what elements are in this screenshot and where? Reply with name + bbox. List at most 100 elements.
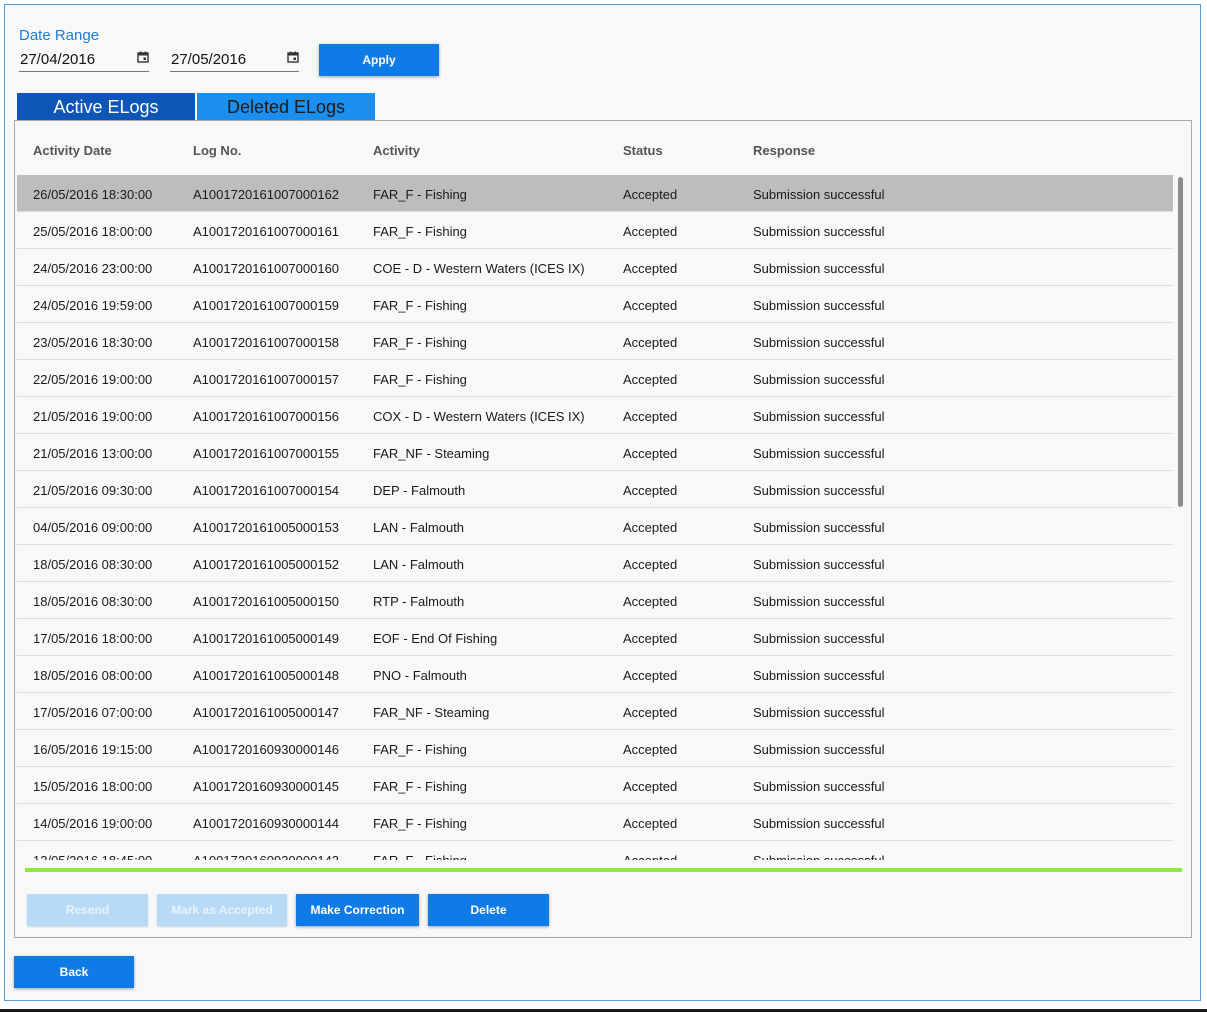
make-correction-button[interactable]: Make Correction bbox=[296, 894, 419, 926]
cell-log-no: A1001720161005000152 bbox=[193, 557, 340, 572]
column-header-activity-date[interactable]: Activity Date bbox=[33, 143, 112, 158]
cell-log-no: A1001720161005000153 bbox=[193, 520, 340, 535]
table-row[interactable]: 23/05/2016 18:30:00 A1001720161007000158 F… bbox=[17, 323, 1173, 360]
cell-activity-date: 26/05/2016 18:30:00 bbox=[33, 187, 153, 202]
cell-activity-date: 18/05/2016 08:30:00 bbox=[33, 557, 153, 572]
table-row[interactable]: 21/05/2016 09:30:00 A1001720161007000154 D… bbox=[17, 471, 1173, 508]
cell-log-no: A1001720161005000149 bbox=[193, 631, 340, 646]
column-header-response[interactable]: Response bbox=[753, 143, 815, 158]
table-row[interactable]: 17/05/2016 18:00:00 A1001720161005000149 E… bbox=[17, 619, 1173, 656]
cell-status: Accepted bbox=[623, 853, 677, 860]
mark-as-accepted-button[interactable]: Mark as Accepted bbox=[157, 894, 287, 926]
tab-active-elogs[interactable]: Active ELogs bbox=[17, 93, 195, 121]
cell-activity: FAR_NF - Steaming bbox=[373, 705, 490, 720]
table-row[interactable]: 21/05/2016 19:00:00 A1001720161007000156 C… bbox=[17, 397, 1173, 434]
table-row[interactable]: 04/05/2016 09:00:00 A1001720161005000153 L… bbox=[17, 508, 1173, 545]
date-from-input[interactable]: 27/04/2016 bbox=[19, 48, 149, 72]
column-header-activity[interactable]: Activity bbox=[373, 143, 420, 158]
table-row[interactable]: 18/05/2016 08:30:00 A1001720161005000152 L… bbox=[17, 545, 1173, 582]
cell-response: Submission successful bbox=[753, 557, 885, 572]
table-row[interactable]: 18/05/2016 08:30:00 A1001720161005000150 R… bbox=[17, 582, 1173, 619]
cell-activity: FAR_F - Fishing bbox=[373, 742, 467, 757]
cell-activity: EOF - End Of Fishing bbox=[373, 631, 498, 646]
cell-log-no: A1001720161007000156 bbox=[193, 409, 340, 424]
table-row[interactable]: 14/05/2016 19:00:00 A1001720160930000144 F… bbox=[17, 804, 1173, 841]
cell-activity: FAR_F - Fishing bbox=[373, 335, 467, 350]
cell-activity-date: 17/05/2016 07:00:00 bbox=[33, 705, 153, 720]
back-button[interactable]: Back bbox=[14, 956, 134, 988]
cell-response: Submission successful bbox=[753, 409, 885, 424]
table-row[interactable]: 17/05/2016 07:00:00 A1001720161005000147 F… bbox=[17, 693, 1173, 730]
cell-log-no: A1001720161007000158 bbox=[193, 335, 340, 350]
table-row[interactable]: 21/05/2016 13:00:00 A1001720161007000155 F… bbox=[17, 434, 1173, 471]
cell-status: Accepted bbox=[623, 483, 678, 498]
cell-log-no: A1001720161007000157 bbox=[193, 372, 340, 387]
calendar-icon[interactable] bbox=[287, 51, 299, 63]
cell-log-no: A1001720161007000155 bbox=[193, 446, 340, 461]
cell-activity-date: 13/05/2016 18:45:00 bbox=[33, 853, 152, 860]
cell-response: Submission successful bbox=[753, 705, 885, 720]
cell-log-no: A1001720160930000145 bbox=[193, 779, 340, 794]
date-from-value: 27/04/2016 bbox=[20, 51, 96, 68]
cell-log-no: A1001720160930000146 bbox=[193, 742, 340, 757]
cell-status: Accepted bbox=[623, 520, 678, 535]
cell-response: Submission successful bbox=[753, 483, 885, 498]
cell-activity: COE - D - Western Waters (ICES IX) bbox=[373, 261, 585, 276]
table-scrollbar[interactable] bbox=[1178, 177, 1183, 507]
cell-status: Accepted bbox=[623, 742, 678, 757]
date-range-label: Date Range bbox=[19, 27, 100, 44]
cell-activity-date: 25/05/2016 18:00:00 bbox=[33, 224, 153, 239]
calendar-icon[interactable] bbox=[137, 51, 149, 63]
cell-status: Accepted bbox=[623, 557, 678, 572]
table-row[interactable]: 22/05/2016 19:00:00 A1001720161007000157 F… bbox=[17, 360, 1173, 397]
cell-activity: LAN - Falmouth bbox=[373, 557, 465, 572]
cell-response: Submission successful bbox=[753, 853, 885, 860]
cell-response: Submission successful bbox=[753, 187, 885, 202]
resend-button[interactable]: Resend bbox=[27, 894, 148, 926]
table-row[interactable]: 15/05/2016 18:00:00 A1001720160930000145 F… bbox=[17, 767, 1173, 804]
cell-log-no: A1001720160930000143 bbox=[193, 853, 339, 860]
cell-log-no: A1001720161005000148 bbox=[193, 668, 340, 683]
tab-deleted-elogs[interactable]: Deleted ELogs bbox=[197, 93, 375, 121]
table-row[interactable]: 13/05/2016 18:45:00 A1001720160930000143 F… bbox=[17, 841, 1173, 860]
column-header-log-no[interactable]: Log No. bbox=[193, 143, 241, 158]
cell-status: Accepted bbox=[623, 372, 678, 387]
cell-response: Submission successful bbox=[753, 298, 885, 313]
cell-activity-date: 04/05/2016 09:00:00 bbox=[33, 520, 153, 535]
cell-log-no: A1001720161005000150 bbox=[193, 594, 340, 609]
cell-response: Submission successful bbox=[753, 372, 885, 387]
cell-activity: FAR_F - Fishing bbox=[373, 816, 467, 831]
cell-activity: FAR_F - Fishing bbox=[373, 372, 467, 387]
date-to-input[interactable]: 27/05/2016 bbox=[170, 48, 299, 72]
column-header-status[interactable]: Status bbox=[623, 143, 663, 158]
cell-activity-date: 18/05/2016 08:00:00 bbox=[33, 668, 153, 683]
cell-activity: FAR_F - Fishing bbox=[373, 853, 467, 860]
cell-status: Accepted bbox=[623, 446, 678, 461]
cell-status: Accepted bbox=[623, 779, 678, 794]
table-row[interactable]: 16/05/2016 19:15:00 A1001720160930000146 F… bbox=[17, 730, 1173, 767]
cell-activity: FAR_F - Fishing bbox=[373, 224, 467, 239]
cell-status: Accepted bbox=[623, 594, 678, 609]
cell-log-no: A1001720160930000144 bbox=[193, 816, 340, 831]
cell-response: Submission successful bbox=[753, 224, 885, 239]
table-row[interactable]: 26/05/2016 18:30:00 A1001720161007000162 F… bbox=[17, 175, 1173, 212]
table-row[interactable]: 24/05/2016 23:00:00 A1001720161007000160 C… bbox=[17, 249, 1173, 286]
apply-button[interactable]: Apply bbox=[319, 44, 439, 76]
table-row[interactable]: 24/05/2016 19:59:00 A1001720161007000159 F… bbox=[17, 286, 1173, 323]
cell-activity: LAN - Falmouth bbox=[373, 520, 465, 535]
cell-activity-date: 22/05/2016 19:00:00 bbox=[33, 372, 153, 387]
cell-log-no: A1001720161007000160 bbox=[193, 261, 340, 276]
cell-activity: FAR_F - Fishing bbox=[373, 779, 467, 794]
cell-status: Accepted bbox=[623, 261, 678, 276]
delete-button[interactable]: Delete bbox=[428, 894, 549, 926]
table-row[interactable]: 25/05/2016 18:00:00 A1001720161007000161 F… bbox=[17, 212, 1173, 249]
elogs-panel: Activity Date Log No. Activity Status Re… bbox=[14, 120, 1192, 938]
cell-response: Submission successful bbox=[753, 668, 885, 683]
cell-response: Submission successful bbox=[753, 335, 885, 350]
cell-activity-date: 21/05/2016 09:30:00 bbox=[33, 483, 153, 498]
table-row[interactable]: 18/05/2016 08:00:00 A1001720161005000148 P… bbox=[17, 656, 1173, 693]
elogs-table-body: 26/05/2016 18:30:00 A1001720161007000162 F… bbox=[17, 175, 1173, 860]
cell-activity-date: 21/05/2016 13:00:00 bbox=[33, 446, 153, 461]
cell-status: Accepted bbox=[623, 816, 678, 831]
cell-activity-date: 24/05/2016 23:00:00 bbox=[33, 261, 153, 276]
